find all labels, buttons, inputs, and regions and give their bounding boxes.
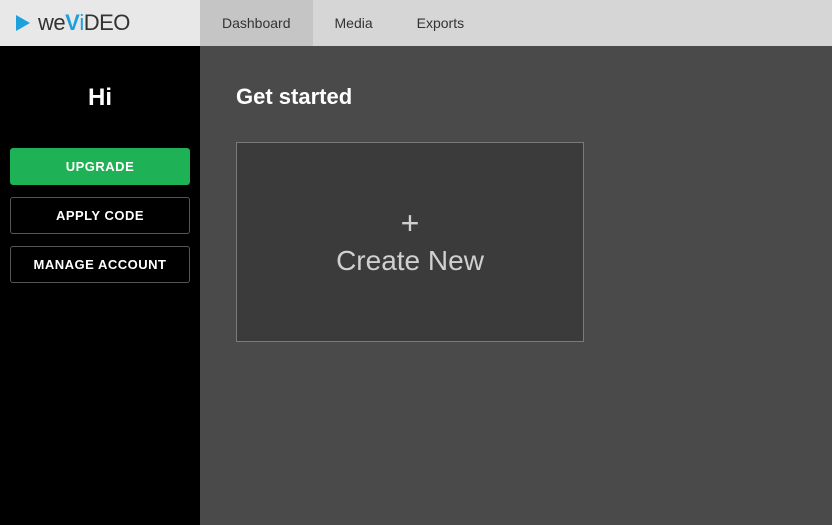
sidebar: Hi UPGRADE APPLY CODE MANAGE ACCOUNT <box>0 46 200 525</box>
greeting: Hi <box>10 84 190 112</box>
tab-dashboard[interactable]: Dashboard <box>200 0 313 46</box>
wevideo-logo[interactable]: weViDEO <box>16 10 130 36</box>
apply-code-button[interactable]: APPLY CODE <box>10 197 190 234</box>
plus-icon: + <box>401 207 420 239</box>
logo-text: weViDEO <box>38 10 130 36</box>
upgrade-button[interactable]: UPGRADE <box>10 148 190 185</box>
page-title: Get started <box>236 84 796 110</box>
tab-exports[interactable]: Exports <box>395 0 486 46</box>
manage-account-button[interactable]: MANAGE ACCOUNT <box>10 246 190 283</box>
play-icon <box>16 15 30 31</box>
tab-media[interactable]: Media <box>313 0 395 46</box>
nav-tabs: Dashboard Media Exports <box>200 0 486 46</box>
layout: Hi UPGRADE APPLY CODE MANAGE ACCOUNT Get… <box>0 46 832 525</box>
logo-area: weViDEO <box>0 0 200 46</box>
create-new-label: Create New <box>336 245 484 277</box>
main-content: Get started + Create New <box>200 46 832 525</box>
create-new-card[interactable]: + Create New <box>236 142 584 342</box>
topbar: weViDEO Dashboard Media Exports <box>0 0 832 46</box>
